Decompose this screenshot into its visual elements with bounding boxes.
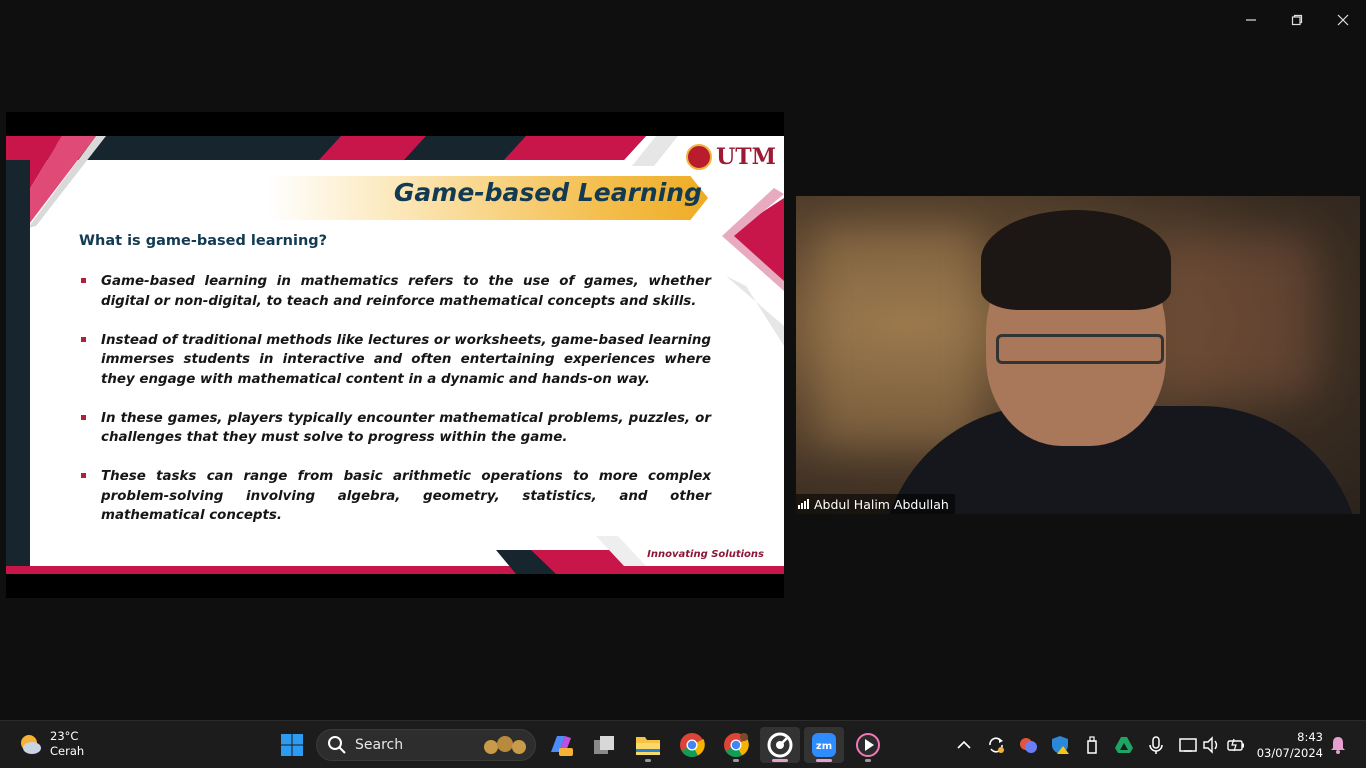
running-indicator xyxy=(645,759,651,762)
start-button[interactable] xyxy=(272,727,312,763)
sync-icon xyxy=(989,737,1004,753)
video-background xyxy=(1156,236,1316,396)
slide-question: What is game-based learning? xyxy=(79,233,328,249)
video-background xyxy=(816,226,976,446)
defender-button[interactable] xyxy=(1048,733,1072,757)
weather-condition: Cerah xyxy=(50,744,85,758)
copilot-button[interactable] xyxy=(540,727,580,763)
clock-time: 8:43 xyxy=(1297,730,1323,744)
bullet-text: Game-based learning in mathematics refer… xyxy=(101,274,711,309)
app-tray-button[interactable] xyxy=(1016,733,1040,757)
file-explorer-icon xyxy=(636,737,660,755)
task-view-icon xyxy=(594,736,614,754)
participant-figure xyxy=(981,210,1171,310)
search-icon xyxy=(328,736,346,754)
taskbar: 23°C Cerah Search zm 8:43 03/07/2024 xyxy=(0,720,1366,768)
system-clock[interactable]: 8:43 03/07/2024 xyxy=(1257,729,1323,761)
chrome-profile-icon xyxy=(724,733,749,758)
battery-icon xyxy=(1227,738,1244,752)
defender-icon xyxy=(1052,736,1069,754)
close-button[interactable] xyxy=(1320,0,1366,40)
close-icon xyxy=(1337,14,1349,26)
search-highlight-icon xyxy=(484,736,526,754)
task-view-button[interactable] xyxy=(584,727,624,763)
bullet-item: These tasks can range from basic arithme… xyxy=(79,467,711,526)
microphone-button[interactable] xyxy=(1144,733,1168,757)
volume-button[interactable] xyxy=(1199,733,1223,757)
zoom-icon: zm xyxy=(812,733,836,757)
bullet-item: Game-based learning in mathematics refer… xyxy=(79,272,711,311)
bullet-icon xyxy=(81,336,86,342)
slide-title: Game-based Learning xyxy=(393,178,702,207)
app-tray-icon xyxy=(1020,738,1037,753)
running-indicator xyxy=(865,759,871,762)
media-player-icon xyxy=(856,733,880,757)
minimize-button[interactable] xyxy=(1228,0,1274,40)
participant-figure xyxy=(996,334,1164,364)
bullet-text: In these games, players typically encoun… xyxy=(101,410,711,446)
utm-logo-text: UTM xyxy=(716,144,776,170)
copilot-icon xyxy=(551,736,573,756)
utm-logo: UTM xyxy=(686,144,776,170)
volume-icon xyxy=(1203,736,1218,754)
sync-button[interactable] xyxy=(984,733,1008,757)
weather-temperature: 23°C xyxy=(50,729,79,743)
display-button[interactable] xyxy=(1176,733,1200,757)
search-label: Search xyxy=(355,737,404,753)
bullet-list: Game-based learning in mathematics refer… xyxy=(79,272,711,545)
participant-name-tag: Abdul Halim Abdullah xyxy=(796,494,955,514)
bullet-item: Instead of traditional methods like lect… xyxy=(79,331,711,390)
show-hidden-icons-button[interactable] xyxy=(952,733,976,757)
drive-icon xyxy=(1115,737,1133,753)
notification-button[interactable] xyxy=(1326,733,1350,757)
file-explorer-button[interactable] xyxy=(628,727,668,763)
search-input[interactable]: Search xyxy=(316,729,536,761)
screen-share-area: Game-based Learning UTM What is game-bas… xyxy=(6,112,784,598)
clock-date: 03/07/2024 xyxy=(1256,746,1323,760)
drive-button[interactable] xyxy=(1112,733,1136,757)
running-indicator xyxy=(816,759,832,762)
restore-icon xyxy=(1291,14,1303,26)
bullet-icon xyxy=(81,414,86,420)
bullet-text: These tasks can range from basic arithme… xyxy=(101,469,711,523)
media-player-button[interactable] xyxy=(848,727,888,763)
chevron-up-icon xyxy=(957,740,971,749)
chrome-icon xyxy=(680,733,705,758)
start-icon xyxy=(281,734,303,756)
participant-video[interactable]: Abdul Halim Abdullah xyxy=(796,196,1360,514)
bullet-text: Instead of traditional methods like lect… xyxy=(101,332,711,387)
running-indicator xyxy=(733,759,739,762)
bullet-icon xyxy=(81,278,86,283)
restore-button[interactable] xyxy=(1274,0,1320,40)
battery-button[interactable] xyxy=(1224,733,1248,757)
usb-button[interactable] xyxy=(1080,733,1104,757)
running-indicator xyxy=(772,759,788,762)
partly-cloudy-icon xyxy=(18,732,42,756)
chrome-button[interactable] xyxy=(672,727,712,763)
display-icon xyxy=(1179,738,1197,752)
weather-widget[interactable]: 23°C Cerah xyxy=(18,729,84,759)
presentation-slide: Game-based Learning UTM What is game-bas… xyxy=(6,136,784,574)
chrome-profile-button[interactable] xyxy=(716,727,756,763)
bullet-icon xyxy=(81,473,86,478)
svg-text:zm: zm xyxy=(816,741,832,752)
window-controls xyxy=(1228,0,1366,40)
participant-name: Abdul Halim Abdullah xyxy=(814,496,949,512)
usb-icon xyxy=(1087,736,1097,754)
utm-seal-icon xyxy=(686,144,713,170)
bell-icon xyxy=(1331,737,1345,754)
signal-bars-icon xyxy=(798,499,809,509)
app-button[interactable] xyxy=(760,727,800,763)
microphone-icon xyxy=(1149,736,1163,754)
zoom-button[interactable]: zm xyxy=(804,727,844,763)
minimize-icon xyxy=(1246,19,1256,21)
bullet-item: In these games, players typically encoun… xyxy=(79,409,711,448)
slide-tagline: Innovating Solutions xyxy=(647,549,764,560)
app-icon xyxy=(767,732,793,758)
